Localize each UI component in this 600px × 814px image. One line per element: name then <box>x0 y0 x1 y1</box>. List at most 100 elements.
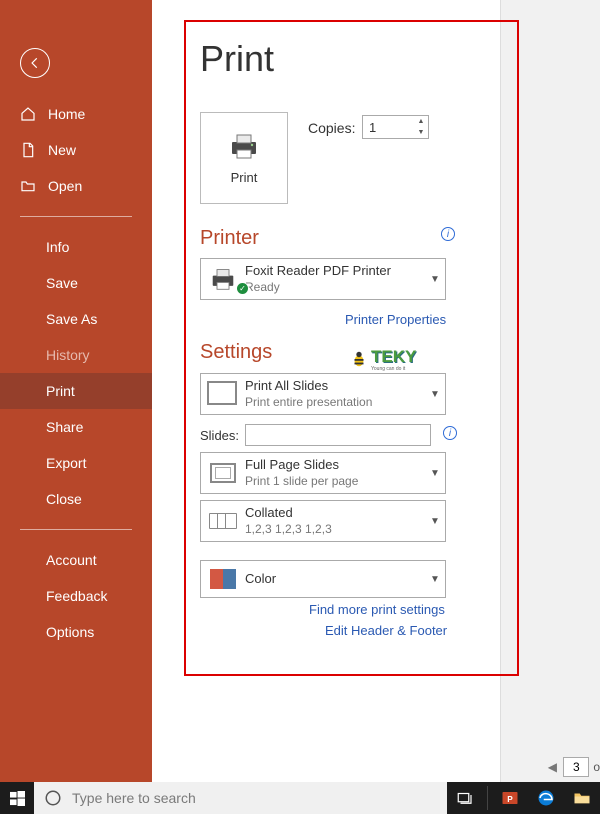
taskbar-search[interactable]: Type here to search <box>34 782 447 814</box>
check-badge-icon: ✓ <box>236 282 249 295</box>
nav-label: Feedback <box>46 588 107 604</box>
watermark: TEKY Young can do it <box>350 346 440 372</box>
slides-label: Slides: <box>200 428 239 443</box>
chevron-down-icon: ▼ <box>425 574 445 585</box>
slides-stack-icon <box>210 384 236 404</box>
backstage-sidebar: Home New Open Info Save Save As History … <box>0 0 152 782</box>
chevron-down-icon: ▼ <box>425 274 445 285</box>
printer-check-icon <box>209 267 237 291</box>
combo-subtitle: 1,2,3 1,2,3 1,2,3 <box>245 522 425 538</box>
nav-save-as[interactable]: Save As <box>0 301 152 337</box>
taskbar-app-explorer[interactable] <box>564 782 600 814</box>
combo-title: Collated <box>245 505 425 522</box>
combo-title: Color <box>245 571 425 588</box>
copies-down[interactable]: ▼ <box>414 127 428 138</box>
powerpoint-icon: P <box>501 789 519 807</box>
print-button-label: Print <box>231 170 258 185</box>
separator <box>20 216 132 217</box>
preview-area: ◀ o <box>500 0 600 782</box>
find-more-settings-link[interactable]: Find more print settings <box>309 602 445 617</box>
nav-options[interactable]: Options <box>0 614 152 650</box>
nav-account[interactable]: Account <box>0 542 152 578</box>
printer-icon <box>227 132 261 160</box>
printer-name: Foxit Reader PDF Printer <box>245 263 425 280</box>
taskview-icon <box>456 789 474 807</box>
nav-label: Save As <box>46 311 97 327</box>
nav-history[interactable]: History <box>0 337 152 373</box>
page-of: o <box>593 760 600 774</box>
copies-input[interactable] <box>363 120 414 135</box>
nav-label: Export <box>46 455 86 471</box>
nav-open[interactable]: Open <box>0 168 152 204</box>
taskbar-app-edge[interactable] <box>528 782 564 814</box>
chevron-down-icon: ▼ <box>425 389 445 400</box>
print-button[interactable]: Print <box>200 112 288 204</box>
page-nav: ◀ o <box>545 756 600 778</box>
nav: Home New Open Info Save Save As History … <box>0 96 152 650</box>
nav-label: History <box>46 347 90 363</box>
printer-properties-link[interactable]: Printer Properties <box>345 312 446 327</box>
collate-icon <box>209 513 237 529</box>
page-number-input[interactable] <box>563 757 589 777</box>
nav-label: Open <box>48 178 82 194</box>
print-what-selector[interactable]: Print All Slides Print entire presentati… <box>200 373 446 415</box>
printer-info-icon[interactable]: i <box>441 227 455 241</box>
nav-label: Share <box>46 419 83 435</box>
full-page-icon <box>210 463 236 483</box>
separator <box>20 529 132 530</box>
edit-header-footer-link[interactable]: Edit Header & Footer <box>325 623 447 638</box>
chevron-down-icon: ▼ <box>425 516 445 527</box>
chevron-down-icon: ▼ <box>425 468 445 479</box>
nav-label: New <box>48 142 76 158</box>
folder-icon <box>573 789 591 807</box>
separator <box>487 786 488 810</box>
search-placeholder: Type here to search <box>72 790 196 806</box>
printer-section-title: Printer <box>200 227 259 250</box>
nav-new[interactable]: New <box>0 132 152 168</box>
combo-subtitle: Print 1 slide per page <box>245 474 425 490</box>
nav-label: Save <box>46 275 78 291</box>
new-icon <box>20 142 36 158</box>
printer-selector[interactable]: ✓ Foxit Reader PDF Printer Ready ▼ <box>200 258 446 300</box>
nav-feedback[interactable]: Feedback <box>0 578 152 614</box>
nav-label: Print <box>46 383 75 399</box>
prev-page[interactable]: ◀ <box>545 760 559 774</box>
copies-up[interactable]: ▲ <box>414 116 428 127</box>
nav-print[interactable]: Print <box>0 373 152 409</box>
settings-section-title: Settings <box>200 341 272 364</box>
nav-label: Info <box>46 239 69 255</box>
slides-info-icon[interactable]: i <box>443 426 457 440</box>
nav-home[interactable]: Home <box>0 96 152 132</box>
svg-text:P: P <box>507 795 513 804</box>
nav-info[interactable]: Info <box>0 229 152 265</box>
combo-title: Full Page Slides <box>245 457 425 474</box>
nav-close[interactable]: Close <box>0 481 152 517</box>
color-selector[interactable]: Color ▼ <box>200 560 446 598</box>
back-button[interactable] <box>20 48 50 78</box>
page-title: Print <box>200 38 274 80</box>
windows-icon <box>10 791 25 806</box>
home-icon <box>20 106 36 122</box>
nav-label: Close <box>46 491 82 507</box>
taskview-button[interactable] <box>447 782 483 814</box>
nav-label: Home <box>48 106 85 122</box>
bee-icon <box>350 350 368 368</box>
combo-subtitle: Print entire presentation <box>245 395 425 411</box>
nav-label: Account <box>46 552 97 568</box>
combo-title: Print All Slides <box>245 378 425 395</box>
copies-label: Copies: <box>308 120 355 136</box>
layout-selector[interactable]: Full Page Slides Print 1 slide per page … <box>200 452 446 494</box>
slides-input[interactable] <box>245 424 431 446</box>
nav-share[interactable]: Share <box>0 409 152 445</box>
start-button[interactable] <box>0 782 34 814</box>
cortana-icon <box>44 789 62 807</box>
edge-icon <box>537 789 555 807</box>
nav-label: Options <box>46 624 94 640</box>
collate-selector[interactable]: Collated 1,2,3 1,2,3 1,2,3 ▼ <box>200 500 446 542</box>
color-icon <box>210 569 236 589</box>
copies-spinner[interactable]: ▲ ▼ <box>362 115 429 139</box>
nav-export[interactable]: Export <box>0 445 152 481</box>
nav-save[interactable]: Save <box>0 265 152 301</box>
taskbar-app-powerpoint[interactable]: P <box>492 782 528 814</box>
print-panel: Print Print Copies: ▲ ▼ Printer i ✓ Foxi… <box>152 0 600 782</box>
